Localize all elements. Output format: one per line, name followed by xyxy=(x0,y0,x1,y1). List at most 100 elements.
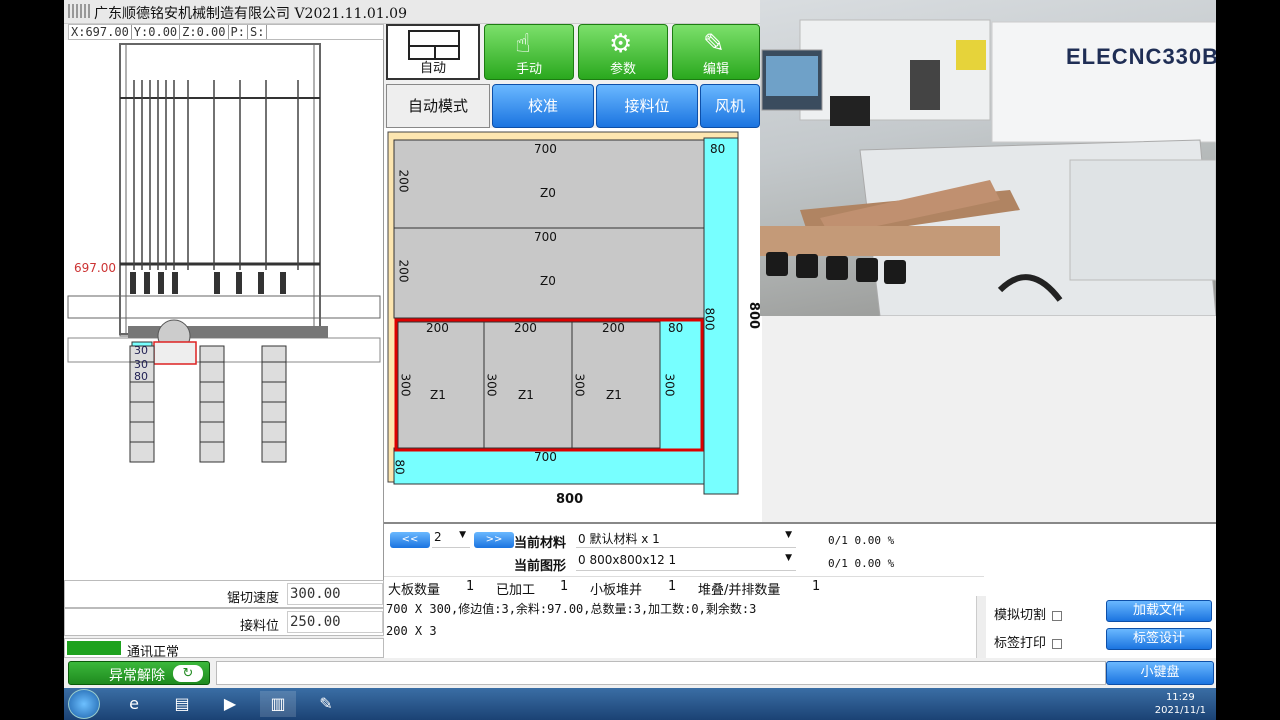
comm-status-text: 通讯正常 xyxy=(127,645,180,660)
coord-p: P: xyxy=(228,25,248,39)
load-file-button[interactable]: 加载文件 xyxy=(1106,600,1212,622)
reset-alarm-label: 异常解除 xyxy=(109,668,165,684)
big-board-value: 1 xyxy=(466,579,475,594)
strip-width: 700 xyxy=(534,142,557,156)
message-line: 200 X 3 xyxy=(386,624,437,638)
machine-diagram xyxy=(67,43,381,463)
window-title: 广东顺德铭安机械制造有限公司 V2021.11.01.09 xyxy=(94,6,407,22)
sim-cut-checkbox[interactable]: 模拟切割 xyxy=(994,604,1063,623)
piece-height: 300 xyxy=(398,373,413,397)
chevron-down-icon: ▼ xyxy=(785,553,792,563)
tab-feed-position[interactable]: 接料位 xyxy=(596,84,698,128)
tab-auto-mode[interactable]: 自动模式 xyxy=(386,84,490,128)
position-marker: 697.00 xyxy=(74,261,116,275)
offcut-right-width: 80 xyxy=(710,142,726,156)
browser-icon[interactable]: e xyxy=(116,691,152,717)
material-select-value: 0 默认材料 x 1 xyxy=(578,532,660,546)
message-log: 700 X 300,修边值:3,余料:97.00,总数量:3,加工数:0,剩余数… xyxy=(384,596,984,658)
label-print-label: 标签打印 xyxy=(994,636,1047,651)
media-player-icon[interactable]: ▶ xyxy=(212,691,248,717)
comm-status: 通讯正常 xyxy=(64,638,384,660)
shape-progress: 0/1 0.00 % xyxy=(828,557,895,570)
coordinate-readout: X:697.00 Y:0.00 Z:0.00 P: S: xyxy=(68,24,384,40)
strip-height: 200 xyxy=(396,169,411,193)
gear-house-icon: ⚙ xyxy=(609,29,633,59)
material-select[interactable]: 0 默认材料 x 1 ▼ xyxy=(576,530,796,548)
piece-name: Z1 xyxy=(518,388,534,402)
material-progress: 0/1 0.00 % xyxy=(828,534,895,547)
tab-fan[interactable]: 风机 xyxy=(700,84,760,128)
feed-position-input[interactable]: 250.00 xyxy=(287,611,383,633)
shape-select-value: 0 800x800x12 1 xyxy=(578,553,677,567)
layout-grid-icon xyxy=(408,30,460,60)
piece-name: Z1 xyxy=(430,388,446,402)
params-button-label: 参数 xyxy=(609,62,636,77)
shape-select[interactable]: 0 800x800x12 1 ▼ xyxy=(576,553,796,571)
piece-name: Z1 xyxy=(606,388,622,402)
clock-time: 11:29 xyxy=(1165,692,1195,703)
chevron-down-icon: ▼ xyxy=(459,530,466,540)
strip-name: Z0 xyxy=(540,186,556,200)
params-button[interactable]: ⚙ 参数 xyxy=(578,24,668,80)
chevron-down-icon: ▼ xyxy=(785,530,792,540)
label-design-button[interactable]: 标签设计 xyxy=(1106,628,1212,650)
strip-name: Z0 xyxy=(540,274,556,288)
app-logo-icon xyxy=(68,4,90,18)
sim-cut-label: 模拟切割 xyxy=(994,608,1047,623)
clock[interactable]: 11:29 2021/11/1 xyxy=(1155,691,1206,717)
checkbox-icon xyxy=(1052,638,1063,649)
machine-brand-text: ELECNC330B xyxy=(1066,44,1216,69)
status-line xyxy=(216,661,1106,685)
saw-speed-input[interactable]: 300.00 xyxy=(287,583,383,605)
prev-page-button[interactable]: << xyxy=(390,532,430,548)
saw-speed-row: 锯切速度 300.00 xyxy=(64,580,384,608)
feed-position-row: 接料位 250.00 xyxy=(64,608,384,636)
stack-count-value: 1 xyxy=(812,579,821,594)
next-page-button[interactable]: >> xyxy=(474,532,514,548)
piece-width: 200 xyxy=(514,321,537,335)
processed-value: 1 xyxy=(560,579,569,594)
offcut-right-height: 800 xyxy=(702,307,717,331)
app-window: 广东顺德铭安机械制造有限公司 V2021.11.01.09 X:697.00 Y:… xyxy=(64,0,1216,688)
edit-icon: ✎ xyxy=(703,29,725,59)
keyboard-button[interactable]: 小键盘 xyxy=(1106,661,1214,685)
message-scrollbar[interactable] xyxy=(976,596,986,658)
label-print-checkbox[interactable]: 标签打印 xyxy=(994,632,1063,651)
taskbar: e ▤ ▶ ▥ ✎ 11:29 2021/11/1 xyxy=(64,688,1216,720)
feed-position-label: 接料位 xyxy=(239,619,279,634)
auto-button[interactable]: 自动 xyxy=(386,24,480,80)
edit-button[interactable]: ✎ 编辑 xyxy=(672,24,760,80)
clock-date: 2021/11/1 xyxy=(1154,705,1206,716)
paint-icon[interactable]: ✎ xyxy=(308,691,344,717)
counts-row: 大板数量 1 已加工 1 小板堆并 1 堆叠/并排数量 1 xyxy=(384,576,984,598)
start-button[interactable] xyxy=(68,689,100,719)
system-tray: 11:29 2021/11/1 xyxy=(1010,691,1210,717)
manual-button[interactable]: ☝ 手动 xyxy=(484,24,574,80)
reset-alarm-button[interactable]: 异常解除 ↻ xyxy=(68,661,210,685)
coord-x: X:697.00 xyxy=(69,25,132,39)
piece-height: 300 xyxy=(484,373,499,397)
coord-s: S: xyxy=(247,25,268,39)
job-panel: << 2 ▼ >> 当前材料 0 默认材料 x 1 ▼ 0/1 0.00 % 当前图… xyxy=(384,522,1216,658)
offcut-bottom-width: 700 xyxy=(534,450,557,464)
trim-right-width: 80 xyxy=(668,321,684,335)
board-height-label: 800 xyxy=(746,301,762,330)
checkbox-icon xyxy=(1052,610,1063,621)
page-select[interactable]: 2 ▼ xyxy=(432,530,470,548)
tab-calibrate[interactable]: 校准 xyxy=(492,84,594,128)
strip-height: 200 xyxy=(396,259,411,283)
offcut-bottom-height: 80 xyxy=(392,459,407,475)
coord-y: Y:0.00 xyxy=(131,25,181,39)
stack-label: 30 xyxy=(134,344,148,357)
board-width-label: 800 xyxy=(556,492,584,507)
piece-width: 200 xyxy=(426,321,449,335)
coord-z: Z:0.00 xyxy=(180,25,229,39)
page-select-value: 2 xyxy=(434,530,442,544)
manual-button-label: 手动 xyxy=(515,62,542,77)
auto-button-label: 自动 xyxy=(419,61,446,76)
folder-icon[interactable]: ▤ xyxy=(164,691,200,717)
strip-width: 700 xyxy=(534,230,557,244)
small-stack-value: 1 xyxy=(668,579,677,594)
app-taskbar-icon[interactable]: ▥ xyxy=(260,691,296,717)
stack-label: 80 xyxy=(134,370,148,383)
